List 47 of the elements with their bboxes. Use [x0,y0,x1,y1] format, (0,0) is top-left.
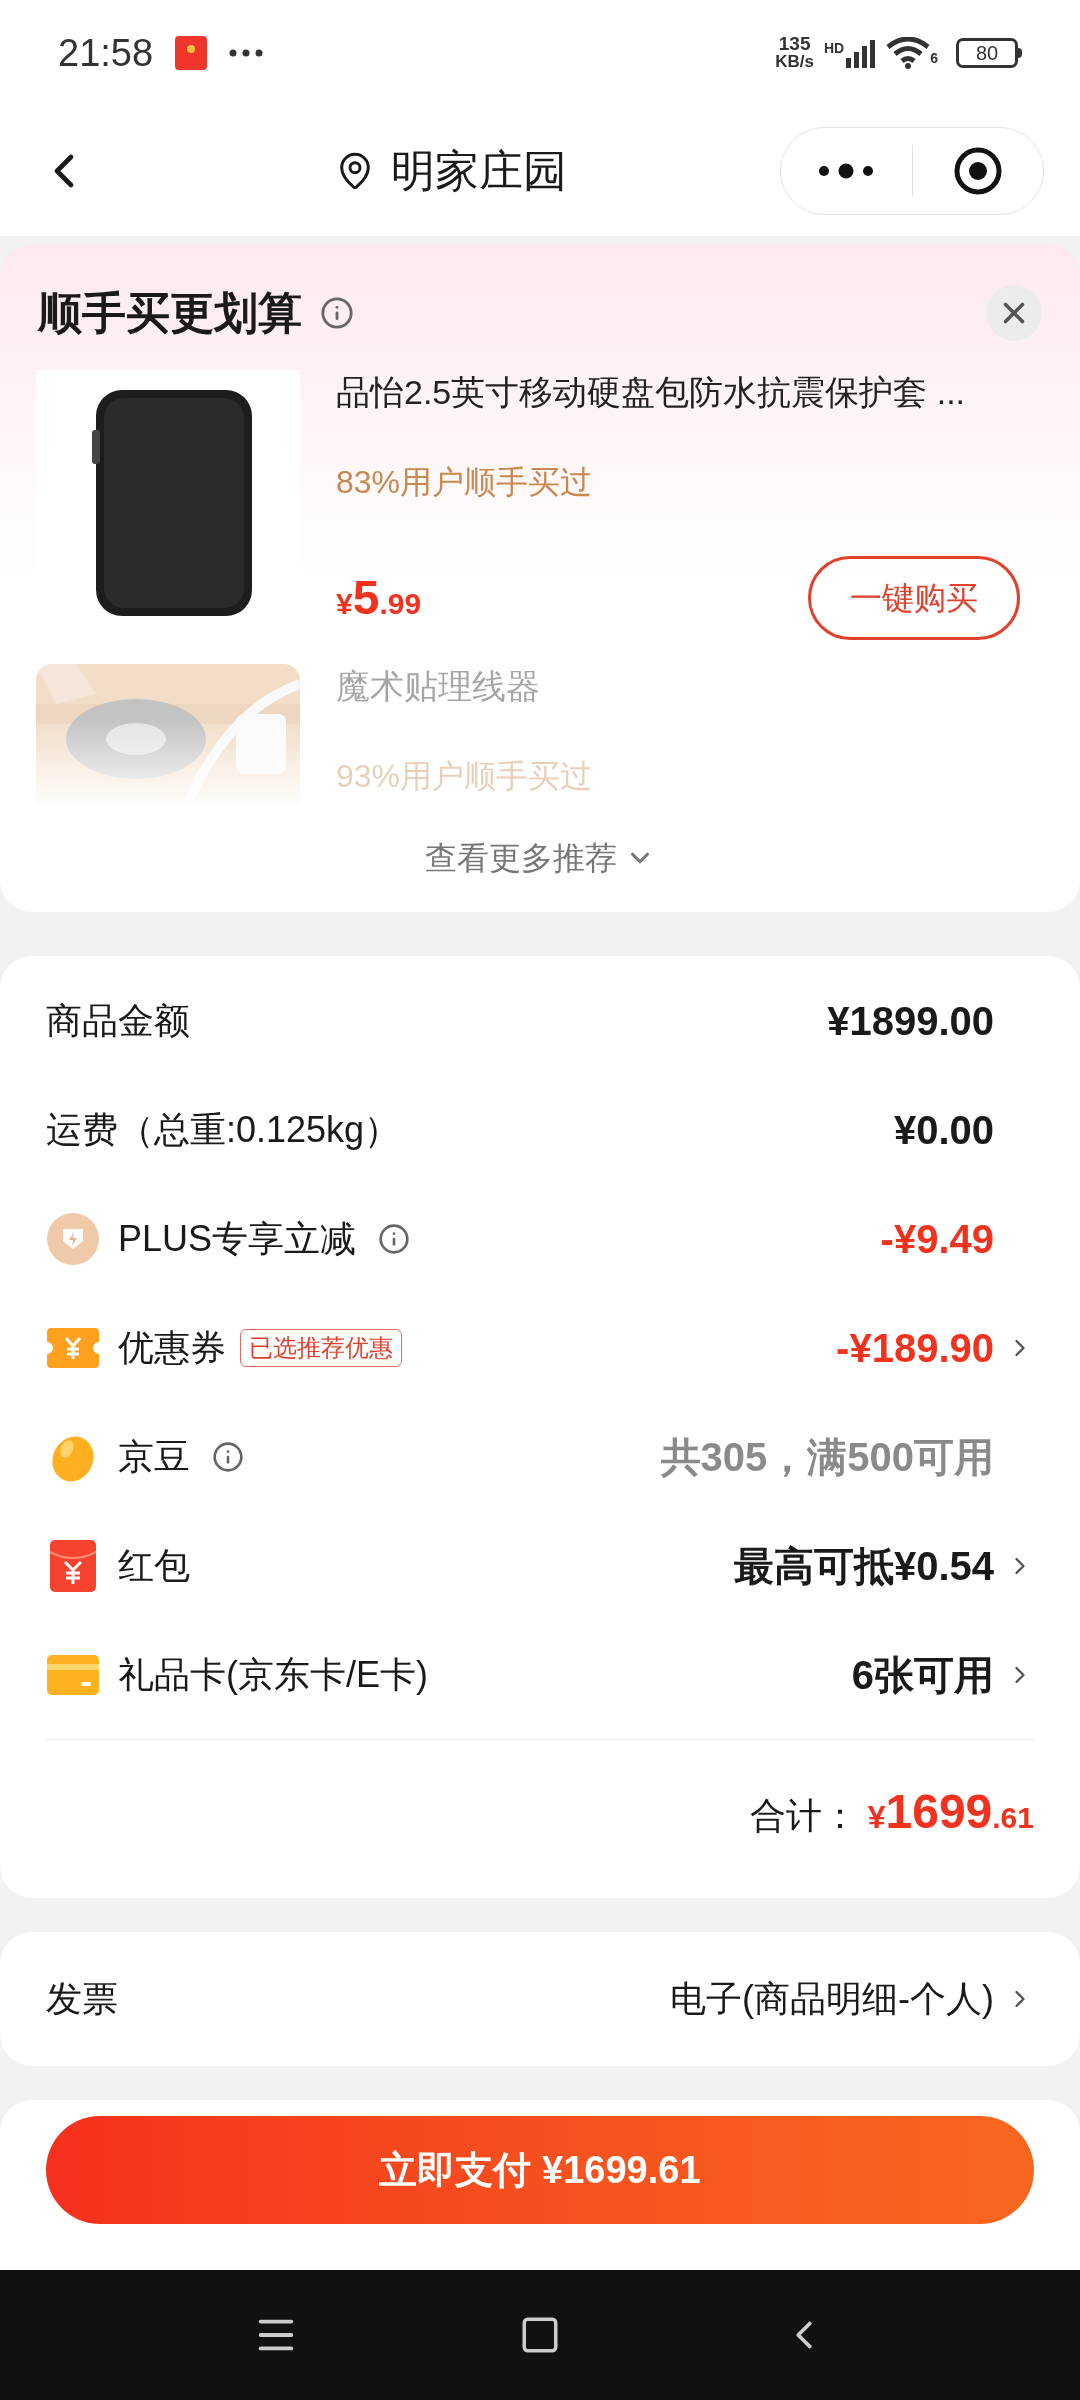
wifi-label: 6 [930,49,938,68]
page-title: 明家庄园 [391,145,567,197]
info-icon[interactable] [320,296,354,330]
row-value: -¥189.90 [836,1324,994,1372]
row-label: 商品金额 [46,998,190,1043]
total-price: ¥1699.61 [867,1784,1034,1840]
coupon-icon [47,1327,99,1368]
purchase-stat: 83%用户顺手买过 [336,463,594,502]
shield-icon [47,1212,99,1265]
signal-icon [846,38,877,68]
more-link[interactable]: 查看更多推荐 [425,834,617,882]
invoice-value: 电子(商品明细-个人) [670,1977,994,2021]
wifi-icon [886,37,931,69]
row-label: 礼品卡(京东卡/E卡) [118,1652,428,1697]
product-price: ¥5.99 [336,574,422,622]
row-value: ¥0.00 [893,1106,994,1154]
buy-button[interactable]: 一键购买 [808,556,1020,640]
product-name[interactable]: 品怡2.5英寸移动硬盘包防水抗震保护套 ... [336,370,1020,414]
more-icon [229,49,264,57]
invoice-label: 发票 [46,1977,118,2021]
net-unit: KB/s [775,53,814,71]
coupon-tag: 已选推荐优惠 [240,1328,402,1367]
envelope-icon [50,1539,96,1592]
row-value: 最高可抵¥0.54 [733,1542,994,1590]
row-value: -¥9.49 [880,1215,994,1263]
info-icon[interactable] [378,1222,411,1255]
more-icon[interactable] [818,163,875,179]
record-icon[interactable] [952,146,1003,196]
row-label: 红包 [118,1543,190,1588]
signal-label: HD [823,39,845,58]
row-value: ¥1899.00 [827,997,994,1045]
row-value: 共305，满500可用 [660,1433,994,1481]
invoice-row[interactable]: 发票 电子(商品明细-个人) [0,1932,1080,2066]
close-button[interactable] [986,285,1042,341]
row-label: 运费（总重:0.125kg） [46,1107,401,1152]
row-label: 京豆 [118,1434,190,1479]
total-label: 合计： [749,1794,858,1838]
upsell-title: 顺手买更划算 [38,287,302,339]
envelope-icon [175,36,208,70]
pay-button[interactable]: 立即支付 ¥1699.61 [46,2116,1034,2224]
row-label: PLUS专享立减 [118,1216,357,1261]
row-label: 优惠券 [118,1325,226,1370]
purchase-stat: 93%用户顺手买过 [336,757,594,796]
status-time: 21:58 [58,30,154,76]
row-value: 6张可用 [851,1651,994,1699]
net-speed: 135 [778,35,811,53]
card-icon [47,1654,99,1695]
